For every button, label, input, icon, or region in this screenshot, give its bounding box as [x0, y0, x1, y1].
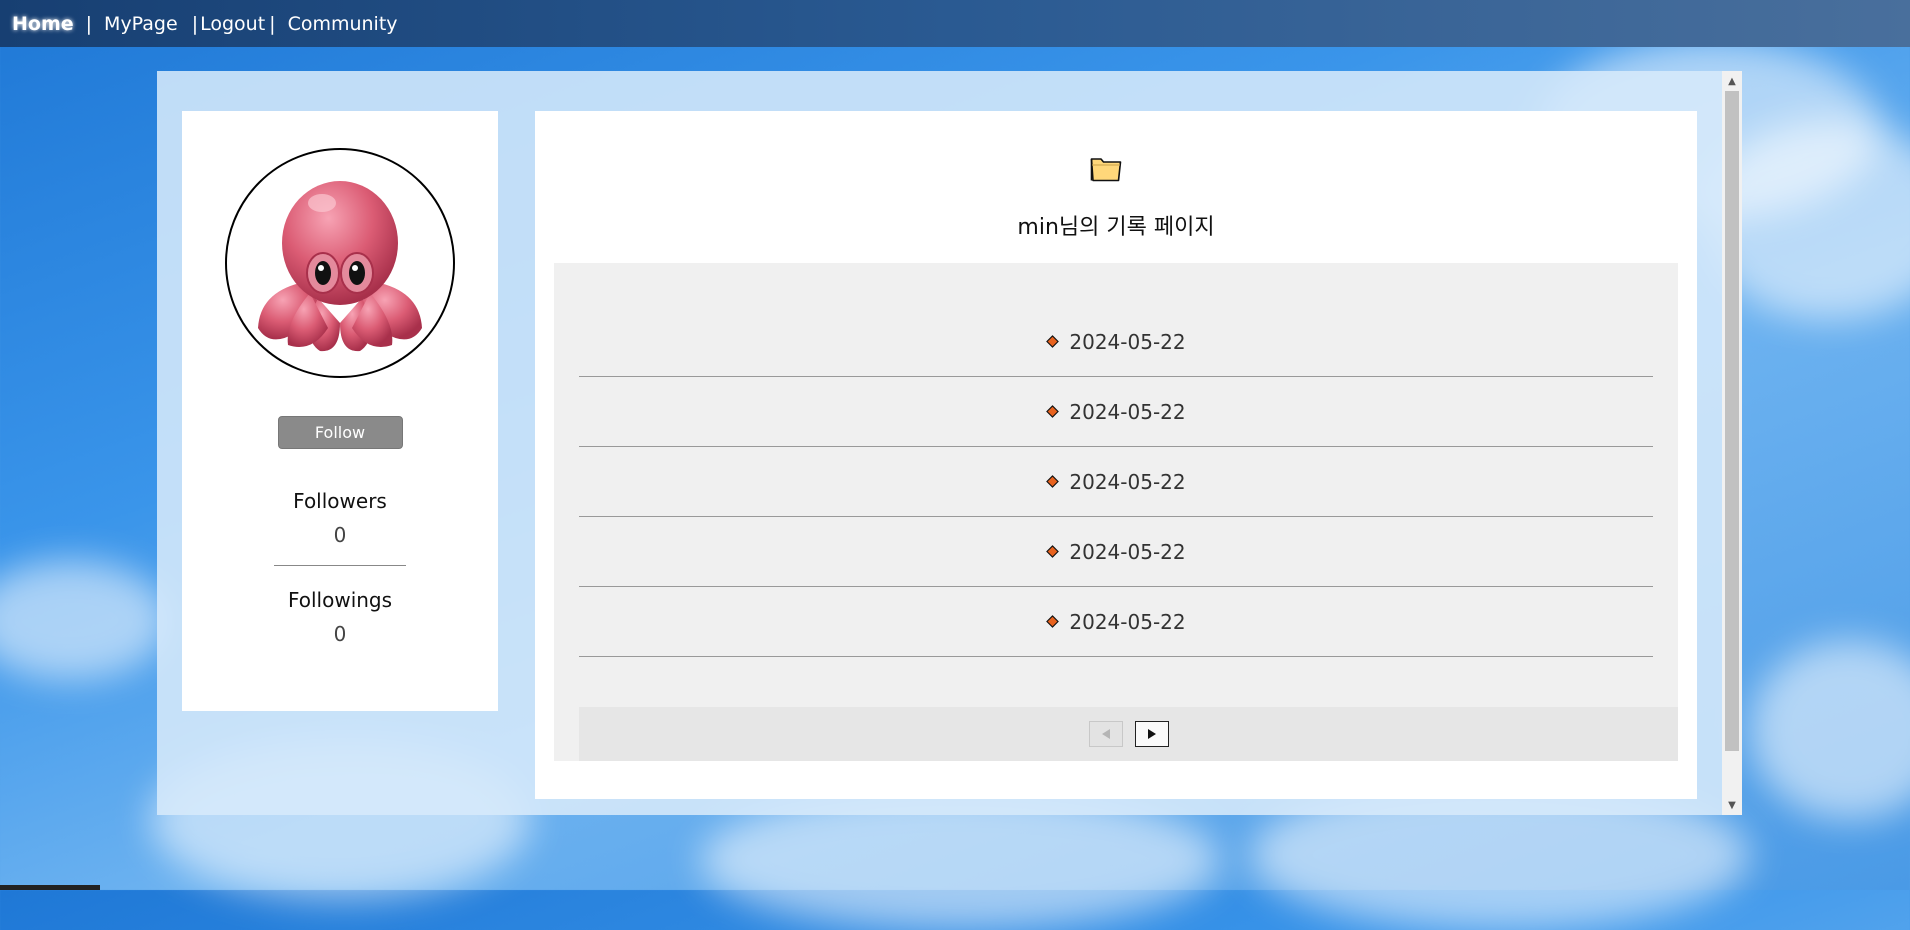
prev-page-button[interactable] — [1088, 721, 1123, 747]
diamond-bullet-icon — [1046, 475, 1060, 488]
nav-logout-link[interactable]: Logout — [200, 13, 265, 35]
record-row[interactable]: 2024-05-22 — [579, 377, 1653, 447]
diamond-bullet-icon — [1046, 405, 1060, 418]
diamond-bullet-icon — [1046, 615, 1060, 628]
stat-divider — [274, 565, 406, 566]
record-row[interactable]: 2024-05-22 — [579, 447, 1653, 517]
record-date: 2024-05-22 — [1069, 469, 1186, 494]
main-panel: Follow Followers 0 Followings 0 min님의 기록… — [157, 71, 1742, 815]
followers-label: Followers — [293, 489, 387, 513]
avatar — [225, 148, 455, 378]
record-date: 2024-05-22 — [1069, 399, 1186, 424]
diamond-bullet-icon — [1046, 545, 1060, 558]
diamond-bullet-icon — [1046, 335, 1060, 348]
triangle-left-icon — [1101, 729, 1110, 739]
nav-mypage-link[interactable]: MyPage — [104, 13, 178, 35]
record-row[interactable]: 2024-05-22 — [579, 307, 1653, 377]
record-row[interactable]: 2024-05-22 — [579, 587, 1653, 657]
page-title: min님의 기록 페이지 — [1017, 215, 1215, 240]
next-page-button[interactable] — [1134, 721, 1169, 747]
background-cloud — [0, 560, 170, 680]
nav-community-link[interactable]: Community — [288, 13, 398, 35]
pagination — [579, 707, 1678, 761]
record-date: 2024-05-22 — [1069, 539, 1186, 564]
record-date: 2024-05-22 — [1069, 329, 1186, 354]
nav-separator: | — [269, 12, 276, 35]
records-list: 2024-05-22 2024-05-22 2024-05-22 2024-05… — [554, 263, 1678, 761]
folder-icon — [1090, 158, 1122, 182]
followings-label: Followings — [287, 588, 393, 612]
followers-count: 0 — [333, 523, 347, 547]
scrollbar-thumb[interactable] — [1725, 91, 1739, 751]
followings-count: 0 — [333, 622, 347, 646]
nav-home-link[interactable]: Home — [12, 13, 74, 35]
background-cloud — [1750, 640, 1910, 820]
top-nav-bar: Home | MyPage | Logout | Community — [0, 0, 1910, 47]
triangle-right-icon — [1147, 729, 1156, 739]
follow-button[interactable]: Follow — [277, 416, 403, 449]
records-card: min님의 기록 페이지 2024-05-22 2024-05-22 2024-… — [535, 111, 1697, 799]
octopus-emoji-icon — [258, 181, 422, 352]
profile-card: Follow Followers 0 Followings 0 — [182, 111, 498, 711]
record-date: 2024-05-22 — [1069, 609, 1186, 634]
panel-scrollbar[interactable]: ▲ ▼ — [1722, 71, 1742, 815]
scroll-up-arrow-icon[interactable]: ▲ — [1722, 71, 1742, 91]
corner-bar — [0, 885, 100, 890]
nav-separator: | — [191, 12, 199, 35]
nav-separator: | — [85, 12, 93, 35]
scroll-down-arrow-icon[interactable]: ▼ — [1722, 795, 1742, 815]
record-row[interactable]: 2024-05-22 — [579, 517, 1653, 587]
